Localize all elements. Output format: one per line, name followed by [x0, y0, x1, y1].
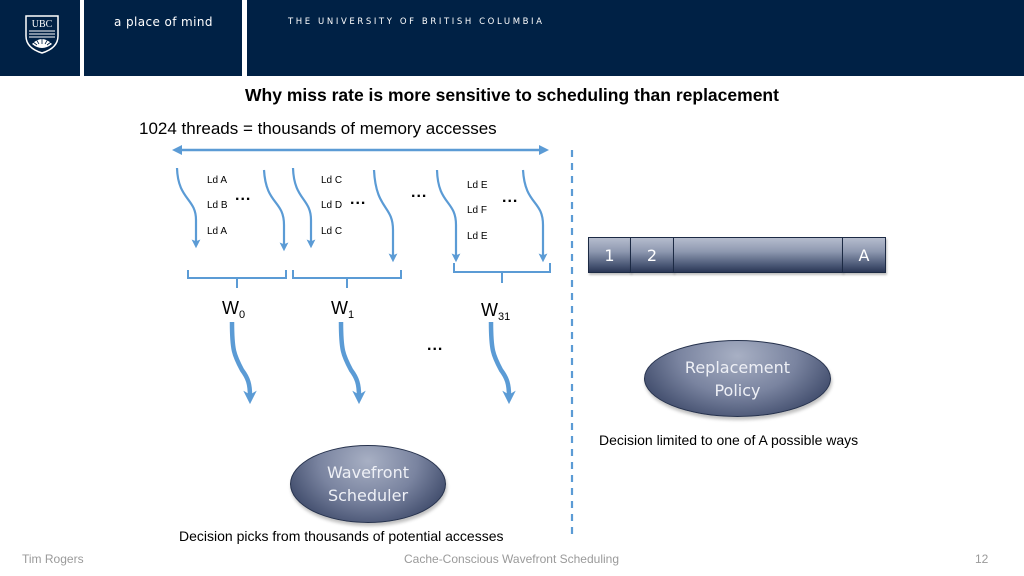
scheduler-caption: Decision picks from thousands of potenti…	[179, 528, 504, 544]
thread-arrow	[435, 169, 461, 263]
ellipsis: ...	[350, 191, 367, 208]
brace-w1	[292, 270, 402, 288]
thread-arrow	[521, 169, 548, 263]
brace-w0	[187, 270, 287, 288]
cache-way-a: A	[842, 237, 886, 273]
load-label: Ld D	[321, 200, 343, 211]
warp-label-w31: W31	[481, 300, 511, 323]
footer-page-number: 12	[975, 552, 989, 566]
footer-author: Tim Rogers	[22, 552, 84, 566]
ellipsis: ...	[427, 337, 444, 354]
ellipsis: ...	[502, 189, 519, 206]
warp-output-arrows	[229, 321, 516, 405]
warp-arrow	[229, 321, 257, 405]
load-label: Ld F	[467, 205, 488, 216]
load-label: Ld B	[207, 200, 228, 211]
warp-label-w1: W1	[331, 298, 355, 321]
diagram-canvas	[172, 145, 574, 538]
load-label: Ld E	[467, 231, 488, 242]
load-label: Ld A	[207, 175, 228, 186]
thread-arrows	[175, 167, 548, 263]
load-label: Ld C	[321, 226, 343, 237]
thread-arrow	[175, 167, 201, 249]
footer-talk-title: Cache-Conscious Wavefront Scheduling	[404, 552, 619, 566]
wavefront-scheduler-node: Wavefront Scheduler	[290, 445, 446, 523]
thread-arrow	[262, 169, 289, 252]
thread-arrow	[291, 167, 316, 249]
ellipsis: ...	[235, 187, 252, 204]
replacement-caption: Decision limited to one of A possible wa…	[599, 432, 859, 448]
cache-way-2: 2	[630, 237, 674, 273]
brace-w31	[453, 263, 551, 283]
warp-arrow	[338, 321, 366, 405]
load-label: Ld E	[467, 180, 488, 191]
thread-arrow	[372, 169, 398, 263]
replacement-policy-node: Replacement Policy	[644, 340, 831, 417]
thread-range-arrow	[172, 145, 549, 155]
warp-braces	[187, 263, 551, 288]
warp-arrow	[488, 321, 516, 405]
cache-way-1: 1	[588, 237, 631, 273]
load-label: Ld C	[321, 175, 343, 186]
ellipsis: ...	[411, 184, 428, 201]
warp-label-w0: W0	[222, 298, 246, 321]
load-label: Ld A	[207, 226, 228, 237]
cache-way-middle	[673, 237, 843, 273]
